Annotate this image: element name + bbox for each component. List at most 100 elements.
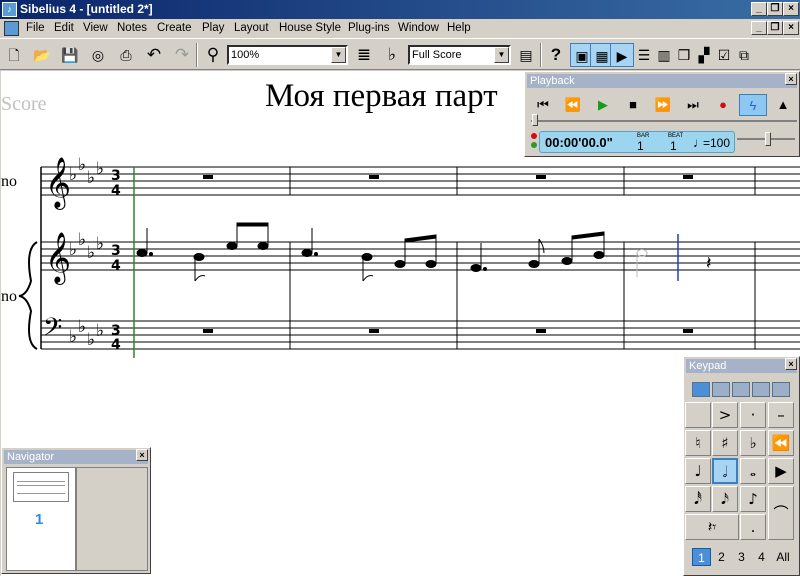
toolbar-separator bbox=[196, 43, 198, 67]
flat-icon[interactable]: ♭ bbox=[380, 43, 404, 67]
zoom-combo[interactable]: 100% ▼ bbox=[227, 45, 348, 65]
playback-title[interactable]: Playback bbox=[527, 74, 797, 88]
open-file-icon[interactable]: 📂 bbox=[30, 43, 54, 67]
menu-notes[interactable]: Notes bbox=[117, 22, 147, 34]
main-toolbar: 🗋 📂 💾 ◎ ⎙ ↶ ↷ ⚲ 100% ▼ ≣ ♭ Full Score ▼ … bbox=[0, 38, 800, 70]
live-playback-icon[interactable]: ϟ bbox=[739, 94, 767, 116]
play-icon[interactable]: ▶ bbox=[589, 94, 617, 116]
new-file-icon[interactable]: 🗋 bbox=[2, 43, 26, 67]
document-icon[interactable] bbox=[4, 21, 19, 36]
cd-icon[interactable]: ◎ bbox=[86, 43, 110, 67]
keypad-layout-2[interactable]: 2 bbox=[712, 548, 731, 566]
natural-icon[interactable]: ♮ bbox=[685, 430, 711, 456]
whole-note-key-icon[interactable]: 𝅝 bbox=[740, 458, 766, 484]
navigator-close-button[interactable]: × bbox=[136, 449, 148, 461]
position-slider-thumb[interactable] bbox=[532, 114, 538, 126]
svg-text:♭: ♭ bbox=[78, 155, 86, 175]
keypad-tab-beams[interactable] bbox=[732, 382, 750, 397]
menu-plug-ins[interactable]: Plug-ins bbox=[348, 22, 390, 34]
save-icon[interactable]: 💾 bbox=[58, 43, 82, 67]
print-icon[interactable]: ⎙ bbox=[114, 43, 138, 67]
parts-icon[interactable]: ▤ bbox=[514, 43, 538, 67]
rewind-icon[interactable]: ⏪ bbox=[559, 94, 587, 116]
rewind-key-icon[interactable]: ⏪ bbox=[768, 430, 794, 456]
half-note-key-icon[interactable]: 𝅗𝅥 bbox=[712, 458, 738, 484]
help-icon[interactable]: ? bbox=[544, 43, 568, 67]
keypad-layout-4[interactable]: 4 bbox=[752, 548, 771, 566]
svg-text:4: 4 bbox=[111, 258, 121, 274]
menu-help[interactable]: Help bbox=[447, 22, 471, 34]
keypad-layout-1[interactable]: 1 bbox=[692, 548, 711, 566]
navigator-title[interactable]: Navigator bbox=[4, 450, 148, 464]
record-icon[interactable]: ● bbox=[709, 94, 737, 116]
restore-button[interactable]: ❐ bbox=[767, 2, 783, 16]
keypad-tab-accidentals[interactable] bbox=[772, 382, 790, 397]
zoom-icon[interactable]: ⚲ bbox=[201, 43, 225, 67]
menu-window[interactable]: Window bbox=[398, 22, 439, 34]
flat-key-icon[interactable]: ♭ bbox=[740, 430, 766, 456]
menu-layout[interactable]: Layout bbox=[234, 22, 269, 34]
lines-icon[interactable]: ≣ bbox=[352, 43, 376, 67]
play-key-icon[interactable]: ▶ bbox=[768, 458, 794, 484]
tempo-value: =100 bbox=[703, 136, 731, 150]
menu-bar: File Edit View Notes Create Play Layout … bbox=[0, 19, 800, 38]
rewind-to-start-icon[interactable]: ⏮ bbox=[529, 94, 557, 116]
svg-text:♭: ♭ bbox=[87, 168, 95, 188]
menu-house-style[interactable]: House Style bbox=[279, 22, 341, 34]
position-slider-track[interactable] bbox=[531, 120, 797, 122]
metronome-icon[interactable]: ▲ bbox=[769, 94, 797, 116]
menu-view[interactable]: View bbox=[83, 22, 108, 34]
transform-icon[interactable]: ⧉ bbox=[732, 43, 756, 67]
keypad-tab-tremolos[interactable] bbox=[752, 382, 770, 397]
undo-icon[interactable]: ↶ bbox=[142, 43, 166, 67]
sixty-fourth-note-icon[interactable]: 𝅘𝅥𝅰 bbox=[685, 486, 711, 512]
keypad-layout-3[interactable]: 3 bbox=[732, 548, 751, 566]
keypad-tab-notes[interactable] bbox=[692, 382, 710, 397]
menu-play[interactable]: Play bbox=[202, 22, 224, 34]
menu-file[interactable]: File bbox=[26, 22, 45, 34]
keypad-tab-articulations[interactable] bbox=[712, 382, 730, 397]
redo-icon[interactable]: ↷ bbox=[170, 43, 194, 67]
keypad-blank-key[interactable] bbox=[685, 402, 711, 428]
navigator-page-thumbnail[interactable] bbox=[13, 472, 69, 502]
menu-edit[interactable]: Edit bbox=[54, 22, 74, 34]
svg-text:3: 3 bbox=[111, 243, 121, 259]
close-button[interactable]: × bbox=[783, 2, 799, 16]
sibelius-app-icon[interactable]: ♪ bbox=[2, 2, 17, 17]
chevron-down-icon[interactable]: ▼ bbox=[494, 47, 509, 63]
time-signatures: 34 34 34 bbox=[111, 168, 121, 353]
eighth-note-icon[interactable]: ♪ bbox=[740, 486, 766, 512]
window-title: Sibelius 4 - [untitled 2*] bbox=[20, 2, 153, 16]
menu-create[interactable]: Create bbox=[157, 22, 192, 34]
minimize-button[interactable]: _ bbox=[751, 2, 767, 16]
doc-close-button[interactable]: × bbox=[783, 21, 799, 35]
sharp-icon[interactable]: ♯ bbox=[712, 430, 738, 456]
dot-key-icon[interactable]: . bbox=[740, 514, 766, 540]
skip-to-end-icon[interactable]: ⏭ bbox=[679, 94, 707, 116]
staccato-icon[interactable]: · bbox=[740, 402, 766, 428]
view-combo[interactable]: Full Score ▼ bbox=[408, 45, 511, 65]
view-value: Full Score bbox=[412, 49, 462, 61]
playback-close-button[interactable]: × bbox=[785, 73, 797, 85]
staff-lines bbox=[41, 166, 800, 350]
notes: 𝄽 bbox=[136, 222, 712, 282]
sixteenth-note-icon[interactable]: 𝅘𝅥𝅯 bbox=[712, 486, 738, 512]
svg-text:♭: ♭ bbox=[96, 321, 104, 341]
tenuto-icon[interactable]: – bbox=[768, 402, 794, 428]
stop-icon[interactable]: ■ bbox=[619, 94, 647, 116]
treble-clef-icon: 𝄞 bbox=[45, 157, 71, 210]
fast-forward-icon[interactable]: ⏩ bbox=[649, 94, 677, 116]
keypad-layout-all[interactable]: All bbox=[772, 548, 794, 566]
tempo-slider-thumb[interactable] bbox=[765, 132, 771, 146]
svg-text:4: 4 bbox=[111, 183, 121, 199]
playback-toggle-icon[interactable]: ▶ bbox=[610, 43, 634, 67]
tie-icon[interactable]: ⌒ bbox=[768, 486, 794, 540]
chevron-down-icon[interactable]: ▼ bbox=[331, 47, 346, 63]
keypad-close-button[interactable]: × bbox=[785, 358, 797, 370]
accent-icon[interactable]: > bbox=[712, 402, 738, 428]
doc-restore-button[interactable]: ❐ bbox=[767, 21, 783, 35]
rest-key-icon[interactable]: 𝄽𝄾 bbox=[685, 514, 739, 540]
quarter-note-key-icon[interactable]: ♩ bbox=[685, 458, 711, 484]
keypad-title[interactable]: Keypad bbox=[686, 359, 797, 373]
doc-minimize-button[interactable]: _ bbox=[751, 21, 767, 35]
